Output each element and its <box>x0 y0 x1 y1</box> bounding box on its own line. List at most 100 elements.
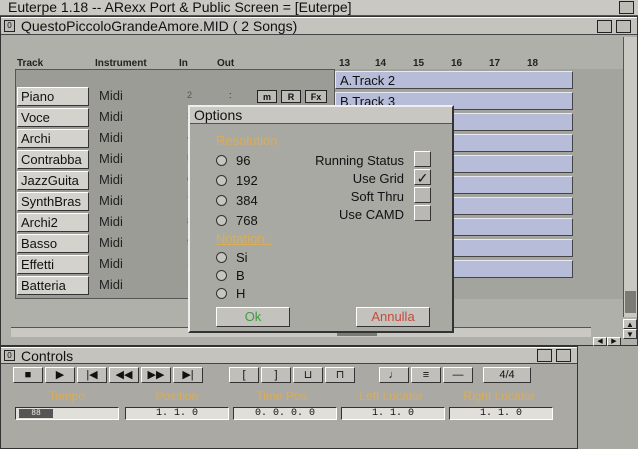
mute-label: m <box>262 92 271 102</box>
measure-14: 14 <box>375 58 387 69</box>
position-label: Position <box>155 389 199 403</box>
right-locator-button[interactable]: ] <box>261 367 291 383</box>
position-field[interactable]: 1. 1. 0 <box>125 407 229 420</box>
track-name-button[interactable]: Effetti <box>17 255 89 274</box>
running-status-label: Running Status <box>315 153 404 168</box>
close-icon[interactable]: 0 <box>4 20 15 32</box>
track-instrument: Midi <box>99 214 123 229</box>
left-locator-button[interactable]: [ <box>229 367 259 383</box>
timeline-lane[interactable]: A.Track 2 <box>335 71 573 89</box>
ok-button[interactable]: Ok <box>216 307 290 327</box>
left-locator-field[interactable]: 1. 1. 0 <box>341 407 445 420</box>
scroll-up-arrow-icon[interactable]: ▲ <box>623 319 637 329</box>
header-instrument: Instrument <box>95 58 147 69</box>
record-label: R <box>287 92 295 102</box>
forward-to-end-button[interactable]: ▶| <box>173 367 203 383</box>
resolution-radio-icon[interactable] <box>216 195 227 206</box>
notation-option[interactable]: Si <box>216 250 286 266</box>
notation-radio-icon[interactable] <box>216 270 227 281</box>
time-signature-button[interactable]: 4/4 <box>483 367 531 383</box>
track-instrument: Midi <box>99 109 123 124</box>
track-name-button[interactable]: JazzGuita <box>17 171 89 190</box>
use-camd-checkbox[interactable] <box>414 205 431 221</box>
track-name: Effetti <box>21 257 55 272</box>
resolution-option[interactable]: 384 <box>216 193 296 209</box>
track-name-button[interactable]: Piano <box>17 87 89 106</box>
track-instrument: Midi <box>99 130 123 145</box>
fx-label: Fx <box>310 92 322 102</box>
time-pos-field[interactable]: 0. 0. 0. 0 <box>233 407 337 420</box>
notation-label: Notation : <box>216 231 272 246</box>
sync-button[interactable]: ≡ <box>411 367 441 383</box>
track-instrument: Midi <box>99 193 123 208</box>
track-name-button[interactable]: Batteria <box>17 276 89 295</box>
resolution-radio-icon[interactable] <box>216 215 227 226</box>
left-locator-label: Left Locator <box>359 389 423 403</box>
measure-17: 17 <box>489 58 501 69</box>
metronome-button[interactable]: ♩ <box>379 367 409 383</box>
time-pos-label: Time Pos. <box>256 389 310 403</box>
track-name-button[interactable]: Voce <box>17 108 89 127</box>
checkmark-icon: ✓ <box>416 170 429 186</box>
controls-depth-icon[interactable] <box>556 349 571 362</box>
stop-button[interactable]: ■ <box>13 367 43 383</box>
scroll-down-arrow-icon[interactable]: ▼ <box>623 329 637 339</box>
resolution-option[interactable]: 768 <box>216 213 296 229</box>
track-name-button[interactable]: Archi <box>17 129 89 148</box>
punch-button[interactable]: ⊓ <box>325 367 355 383</box>
tempo-slider-knob[interactable]: 88 <box>19 409 53 418</box>
tempo-field[interactable]: 88 <box>15 407 119 420</box>
cancel-button-label: Annulla <box>371 309 415 324</box>
track-name: Contrabba <box>21 152 82 167</box>
scroll-right-arrow-icon[interactable]: ▶ <box>607 337 621 346</box>
controls-close-icon[interactable]: 0 <box>4 350 15 361</box>
vertical-scroll-knob[interactable] <box>625 291 636 313</box>
track-name-button[interactable]: Archi2 <box>17 213 89 232</box>
track-in-channel: 2 <box>187 90 193 100</box>
resolution-option[interactable]: 96 <box>216 153 296 169</box>
mute-button[interactable]: m <box>257 90 277 103</box>
resolution-option[interactable]: 192 <box>216 173 296 189</box>
track-row[interactable]: Piano Midi 2: m R Fx <box>17 87 333 106</box>
header-track: Track <box>17 58 44 69</box>
scroll-left-arrow-icon[interactable]: ◀ <box>593 337 607 346</box>
zoom-icon[interactable] <box>597 20 612 33</box>
track-name-button[interactable]: Contrabba <box>17 150 89 169</box>
notation-radio-icon[interactable] <box>216 288 227 299</box>
track-name: Voce <box>21 110 50 125</box>
screen-depth-icon[interactable] <box>619 1 634 14</box>
rewind-to-start-button[interactable]: |◀ <box>77 367 107 383</box>
notation-option[interactable]: H <box>216 286 286 302</box>
right-locator-field[interactable]: 1. 1. 0 <box>449 407 553 420</box>
cancel-button[interactable]: Annulla <box>356 307 430 327</box>
ok-button-label: Ok <box>244 309 262 324</box>
track-name-button[interactable]: Basso <box>17 234 89 253</box>
resolution-value: 768 <box>236 213 258 228</box>
controls-window: 0 Controls ■ ▶ |◀ ◀◀ ▶▶ ▶| [ ] ⊔ ⊓ ♩ ≡ —… <box>0 346 578 449</box>
thru-button[interactable]: — <box>443 367 473 383</box>
fast-forward-button[interactable]: ▶▶ <box>141 367 171 383</box>
notation-option[interactable]: B <box>216 268 286 284</box>
soft-thru-checkbox[interactable] <box>414 187 431 203</box>
controls-zoom-icon[interactable] <box>537 349 552 362</box>
track-name-button[interactable]: SynthBras <box>17 192 89 211</box>
running-status-checkbox[interactable] <box>414 151 431 167</box>
resolution-value: 384 <box>236 193 258 208</box>
track-instrument: Midi <box>99 256 123 271</box>
fx-button[interactable]: Fx <box>305 90 327 103</box>
resolution-radio-icon[interactable] <box>216 175 227 186</box>
resolution-radio-icon[interactable] <box>216 155 227 166</box>
vertical-scrollbar[interactable] <box>623 37 637 317</box>
depth-icon[interactable] <box>616 20 631 33</box>
use-grid-checkbox[interactable]: ✓ <box>414 169 431 186</box>
header-out: Out <box>217 58 235 69</box>
loop-button[interactable]: ⊔ <box>293 367 323 383</box>
position-value: 1. 1. 0 <box>155 408 198 419</box>
record-button[interactable]: R <box>281 90 301 103</box>
rewind-button[interactable]: ◀◀ <box>109 367 139 383</box>
track-name: Batteria <box>21 278 66 293</box>
play-button[interactable]: ▶ <box>45 367 75 383</box>
right-locator-value: 1. 1. 0 <box>479 408 522 419</box>
notation-radio-icon[interactable] <box>216 252 227 263</box>
resolution-label: Resolution <box>216 133 278 148</box>
